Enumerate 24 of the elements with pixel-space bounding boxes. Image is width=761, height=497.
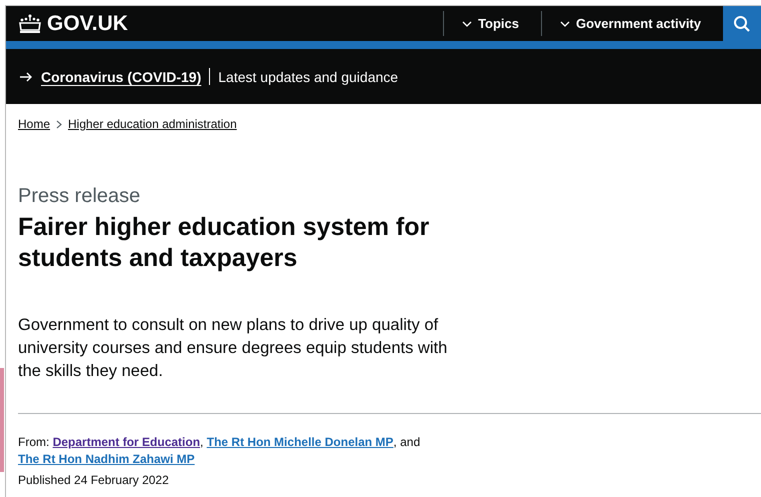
page-title: Fairer higher education system for students and taxpayers: [18, 212, 430, 274]
nav-link[interactable]: Topics: [443, 11, 541, 36]
published-date: Published 24 February 2022: [18, 473, 170, 487]
arrow-right-icon: [20, 72, 33, 82]
coronavirus-link[interactable]: Coronavirus (COVID-19): [41, 68, 202, 84]
chevron-down-icon: [560, 20, 570, 26]
organisation-link[interactable]: The Rt Hon Nadhim Zahawi MP: [18, 452, 195, 466]
separator-text: , and: [393, 435, 420, 449]
logo-text: GOV.UK: [47, 12, 128, 36]
breadcrumb-link[interactable]: Higher education administration: [68, 117, 237, 131]
banner-text: Latest updates and guidance: [218, 68, 398, 84]
chevron-right-icon: [56, 120, 62, 128]
lead-paragraph: Government to consult on new plans to drive up quality of university courses and ensure degrees equip students with the skills they need.: [18, 315, 448, 382]
document-type: Press release: [18, 185, 142, 208]
separator-text: ,: [200, 435, 204, 449]
chevron-down-icon: [462, 20, 472, 26]
breadcrumb-link[interactable]: Home: [18, 117, 50, 131]
gov-uk-logo[interactable]: GOV.UK: [18, 12, 128, 36]
crown-icon: [18, 14, 42, 34]
organisation-link[interactable]: The Rt Hon Michelle Donelan MP: [206, 435, 394, 449]
search-icon: [733, 14, 751, 32]
search-button[interactable]: [723, 6, 761, 41]
from-label: From:: [18, 435, 50, 449]
organisation-link[interactable]: Department for Education: [52, 435, 200, 449]
